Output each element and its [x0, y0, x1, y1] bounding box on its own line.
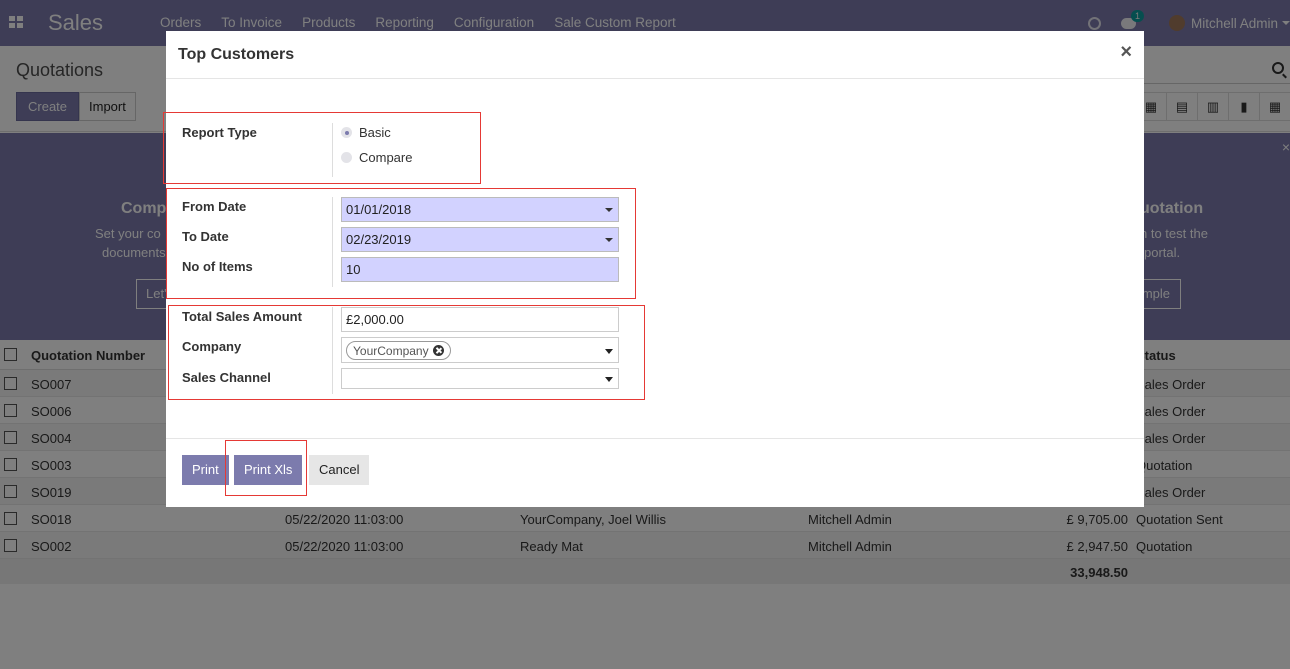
no-of-items-label: No of Items	[182, 259, 253, 274]
no-of-items-value: 10	[346, 262, 361, 277]
radio-compare-label: Compare	[359, 150, 413, 165]
company-field[interactable]: YourCompany	[341, 337, 619, 363]
total-sales-amount-field[interactable]: £2,000.00	[341, 307, 619, 332]
modal-title: Top Customers	[178, 46, 295, 63]
company-label: Company	[182, 339, 242, 354]
divider	[332, 197, 333, 287]
close-icon[interactable]: ×	[1120, 41, 1132, 64]
sales-channel-label: Sales Channel	[182, 370, 271, 385]
cancel-button[interactable]: Cancel	[309, 455, 370, 485]
total-sales-amount-value: £2,000.00	[346, 312, 404, 327]
highlight-box	[163, 112, 481, 184]
modal-header: Top Customers ×	[166, 31, 1144, 79]
no-of-items-field[interactable]: 10	[341, 257, 619, 282]
radio-basic[interactable]: Basic	[341, 125, 391, 140]
report-type-label: Report Type	[182, 125, 257, 140]
divider	[332, 123, 333, 177]
to-date-field[interactable]: 02/23/2019	[341, 227, 619, 252]
to-date-value: 02/23/2019	[346, 232, 412, 247]
total-sales-amount-label: Total Sales Amount	[182, 309, 302, 324]
divider	[332, 307, 333, 394]
radio-basic-label: Basic	[359, 125, 391, 140]
from-date-label: From Date	[182, 199, 247, 214]
sales-channel-field[interactable]	[341, 368, 619, 389]
company-tag: YourCompany	[346, 341, 451, 360]
chevron-down-icon[interactable]	[605, 377, 613, 382]
company-tag-label: YourCompany	[353, 343, 429, 358]
print-xls-button[interactable]: Print Xls	[234, 455, 303, 485]
chevron-down-icon[interactable]	[605, 349, 613, 354]
top-customers-dialog: Top Customers × Report Type Basic Compar…	[163, 31, 1144, 507]
print-button[interactable]: Print	[182, 455, 229, 485]
radio-compare[interactable]: Compare	[341, 150, 412, 165]
radio-unselected-icon[interactable]	[341, 152, 352, 163]
from-date-field[interactable]: 01/01/2018	[341, 197, 619, 222]
from-date-value: 01/01/2018	[346, 202, 412, 217]
remove-tag-icon[interactable]	[432, 345, 444, 356]
chevron-down-icon[interactable]	[605, 238, 613, 242]
radio-selected-icon[interactable]	[341, 127, 352, 138]
chevron-down-icon[interactable]	[605, 208, 613, 212]
to-date-label: To Date	[182, 229, 229, 244]
